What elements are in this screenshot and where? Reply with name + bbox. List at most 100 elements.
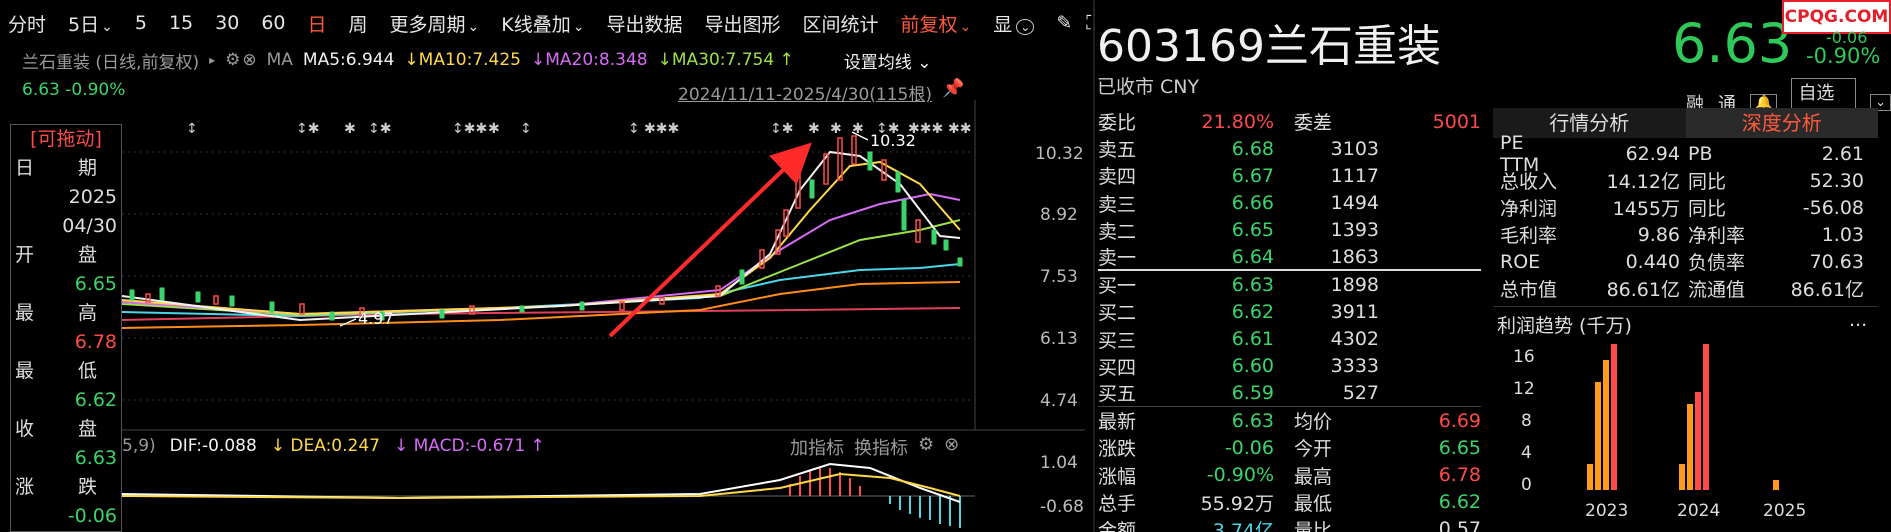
caret-right-icon[interactable]: ▸ (209, 53, 215, 67)
kline-overlay-menu[interactable]: K线叠加 ⌄ (501, 10, 584, 37)
last-price: 6.63 (1672, 12, 1793, 75)
ask-row[interactable]: 卖一 6.64 1863 (1098, 244, 1481, 272)
high-label: 最高 (15, 302, 98, 324)
ma-line-white (121, 150, 961, 322)
svg-text:↕✱: ↕✱ (770, 121, 793, 137)
ma20-value: ↓MA20:8.348 (531, 50, 648, 70)
tab-deep-analysis[interactable]: 深度分析 (1685, 108, 1878, 138)
svg-text:↕✱✱: ↕✱✱ (452, 121, 487, 137)
price-tick: 8.92 (1040, 205, 1078, 225)
period-60min[interactable]: 60 (261, 12, 285, 34)
period-toolbar: 分时 5日 ⌄ 5 15 30 60 日 周 更多周期 ⌄ K线叠加 ⌄ 导出数据 导… (0, 0, 1127, 46)
switch-indicator-button[interactable]: 换指标 (854, 434, 908, 460)
low-value: 6.62 (74, 389, 117, 411)
brush-icon[interactable]: ✎ (1056, 12, 1072, 34)
period-30min[interactable]: 30 (215, 12, 239, 34)
more-periods-menu[interactable]: 更多周期 ⌄ (390, 10, 480, 37)
macd-axis: 1.04 -0.68 (1040, 453, 1084, 517)
ma-line-yellow (121, 160, 961, 316)
gear-icon[interactable]: ⚙ (225, 50, 240, 70)
kline-legend: 兰石重装 (日线,前复权) ▸ ⚙ ⊗ MA MA5:6.944 ↓MA10:7… (22, 46, 931, 74)
period-week[interactable]: 周 (349, 10, 368, 37)
ma30-value: ↓MA30:7.754 ↑ (657, 50, 794, 70)
x-tick: 2023 (1585, 501, 1628, 521)
pin-icon[interactable]: 📌 (942, 78, 964, 99)
ma-label: MA (266, 50, 293, 70)
ma10-value: ↓MA10:7.425 (404, 50, 521, 70)
profit-trend-header: 利润趋势 (千万) ... (1493, 306, 1878, 337)
svg-text:✱: ✱ (808, 121, 820, 137)
bid-row[interactable]: 买一 6.63 1898 (1098, 271, 1481, 298)
profit-trend-title: 利润趋势 (千万) (1497, 315, 1632, 337)
stat-row: 最新 6.63 均价 6.69 (1098, 409, 1481, 434)
bid-row[interactable]: 买四 6.60 3333 (1098, 353, 1481, 380)
dea-line (121, 472, 961, 500)
export-data-button[interactable]: 导出数据 (606, 10, 682, 37)
chevron-down-icon: ⌄ (101, 18, 113, 35)
bid-row[interactable]: 买二 6.62 3911 (1098, 298, 1481, 325)
ask-row[interactable]: 卖三 6.66 1494 (1098, 190, 1481, 217)
low-pointer (339, 318, 357, 327)
close-label: 收盘 (15, 418, 98, 440)
candlesticks[interactable] (129, 135, 963, 321)
adjust-menu[interactable]: 前复权 ⌄ (901, 10, 972, 37)
low-label: 最低 (15, 360, 98, 382)
macd-params: 5,9) (122, 436, 156, 456)
chevron-down-icon: ⌄ (959, 18, 972, 35)
more-button[interactable]: ... (1849, 309, 1867, 331)
range-stats-button[interactable]: 区间统计 (803, 10, 879, 37)
date-year: 2025 (68, 186, 117, 208)
bar-info-box[interactable]: [可拖动] 日期 2025 04/30 开盘 6.65 最高 6.78 最低 6… (10, 124, 122, 532)
open-value: 6.65 (74, 273, 117, 295)
stock-chart-title: 兰石重装 (日线,前复权) (22, 52, 200, 73)
svg-text:↕✱: ↕✱ (296, 121, 319, 137)
price-axis: 10.32 8.92 7.53 6.13 4.74 (1035, 144, 1084, 411)
export-image-button[interactable]: 导出图形 (705, 10, 781, 37)
high-value: 6.78 (74, 331, 117, 353)
drag-label[interactable]: [可拖动] (11, 125, 121, 154)
event-markers[interactable]: ↕ ↕✱ ✱ ↕✱ ↕✱✱ ✱ ↕ ↕ ✱✱✱ ↕✱ ✱ ✱ ✱ ↕✱ ✱✱✱ ✱✱ (186, 121, 971, 137)
kline-chart[interactable]: ↕ ↕✱ ✱ ↕✱ ↕✱✱ ✱ ↕ ↕ ✱✱✱ ↕✱ ✱ ✱ ✱ ↕✱ ✱✱✱ ✱✱ 10.32 8.9… (0, 100, 1085, 532)
y-tick: 0 (1521, 475, 1532, 495)
svg-text:↕: ↕ (186, 121, 198, 137)
display-menu[interactable]: 显 ⌄ (993, 10, 1035, 37)
period-15min[interactable]: 15 (169, 12, 193, 34)
market-status: 已收市 CNY (1097, 76, 1200, 98)
close-icon[interactable]: ⊗ (242, 50, 256, 70)
ma-settings-button[interactable]: 设置均线 ⌄ (844, 48, 932, 73)
price-tick: 7.53 (1040, 267, 1078, 287)
ask-row[interactable]: 卖五 6.68 3103 (1098, 135, 1481, 162)
fundamentals-row: 总市值 86.61亿 流通值 86.61亿 (1500, 279, 1864, 301)
macd-bars-red (789, 466, 861, 496)
svg-text:↕: ↕ (628, 121, 640, 137)
ask-row[interactable]: 卖四 6.67 1117 (1098, 162, 1481, 189)
svg-text:↕✱: ↕✱ (368, 121, 391, 137)
dea-value: ↓ DEA:0.247 (270, 436, 380, 456)
bid-row[interactable]: 买三 6.61 4302 (1098, 326, 1481, 353)
order-book-header: 委比 21.80% 委差 5001 (1098, 110, 1481, 135)
bid-row[interactable]: 买五 6.59 527 (1098, 380, 1481, 408)
add-indicator-button[interactable]: 加指标 (790, 434, 844, 460)
chevron-down-icon: ⌄ (572, 18, 585, 35)
ma-line-lime (121, 219, 961, 317)
period-5day[interactable]: 5日 ⌄ (68, 10, 113, 37)
macd-legend: 5,9) DIF:-0.088 ↓ DEA:0.247 ↓ MACD:-0.67… (122, 436, 545, 456)
period-day[interactable]: 日 (308, 10, 327, 37)
x-tick: 2024 (1677, 501, 1720, 521)
ask-row[interactable]: 卖二 6.65 1393 (1098, 217, 1481, 244)
profit-y-axis: 16 12 8 4 0 (1513, 347, 1535, 495)
stat-row: 涨跌 -0.06 今开 6.65 (1098, 436, 1481, 461)
fundamentals-row: ROE 0.440 负债率 70.63 (1500, 250, 1864, 275)
period-fenshi[interactable]: 分时 (8, 10, 46, 37)
close-icon[interactable]: ⊗ (944, 434, 959, 460)
svg-text:✱✱✱: ✱✱✱ (644, 121, 679, 137)
svg-text:↕: ↕ (520, 121, 532, 137)
change-percent: -0.90% (1806, 44, 1881, 68)
dif-value: DIF:-0.088 (169, 436, 257, 456)
open-label: 开盘 (15, 244, 98, 266)
price-change-label: 6.63 -0.90% (22, 80, 126, 100)
period-5min[interactable]: 5 (135, 12, 147, 34)
x-tick: 2025 (1763, 501, 1806, 521)
date-md: 04/30 (62, 215, 117, 237)
gear-icon[interactable]: ⚙ (918, 434, 934, 460)
